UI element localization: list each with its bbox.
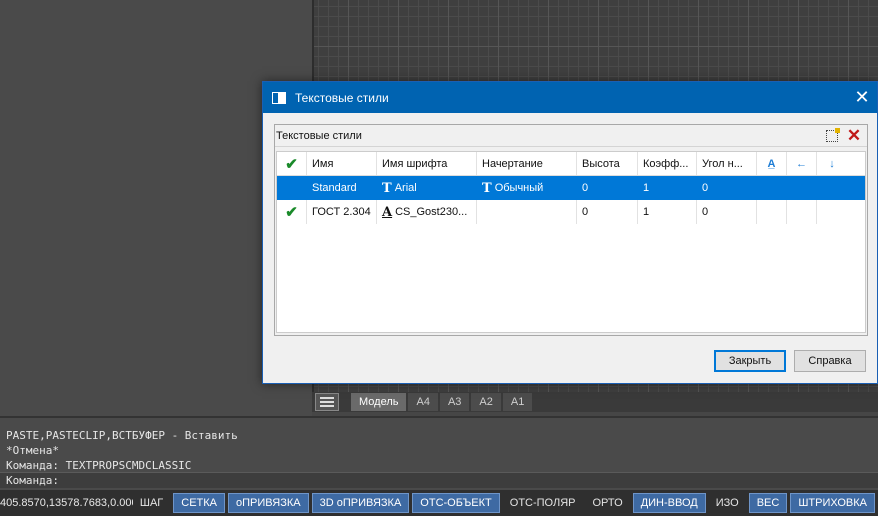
vertical-cell[interactable]: [817, 200, 847, 224]
coordinates-readout: 405.8570,13578.7683,0.0000: [0, 497, 133, 509]
checkmark-icon: ✔: [285, 155, 298, 173]
upside-down-cell[interactable]: [757, 176, 787, 200]
status-3d-osnap[interactable]: 3D оПРИВЯЗКА: [311, 493, 410, 513]
status-bar: 405.8570,13578.7683,0.0000 ШАГ СЕТКА оПР…: [0, 490, 878, 516]
font-name: CS_Gost230...: [395, 206, 468, 218]
column-backwards[interactable]: ←: [787, 152, 817, 175]
layout-tabs-bar: Модель A4 A3 A2 A1: [312, 392, 878, 412]
panel-header: Текстовые стили ✕: [275, 125, 867, 147]
column-font-name[interactable]: Имя шрифта: [377, 152, 477, 175]
upside-down-cell[interactable]: [757, 200, 787, 224]
column-name[interactable]: Имя: [307, 152, 377, 175]
panel-title: Текстовые стили: [276, 129, 362, 142]
dialog-titlebar[interactable]: Текстовые стили ✕: [263, 82, 877, 113]
status-polar[interactable]: ОТС-ПОЛЯР: [503, 493, 583, 513]
delete-style-icon[interactable]: ✕: [846, 127, 862, 144]
font-style: Обычный: [494, 182, 544, 194]
command-history: PASTE,PASTECLIP,ВСТБУФЕР - Вставить *Отм…: [6, 428, 238, 473]
status-osnap[interactable]: оПРИВЯЗКА: [228, 493, 309, 513]
active-cell[interactable]: [277, 176, 307, 200]
tab-a4[interactable]: A4: [408, 393, 438, 411]
column-width-factor[interactable]: Коэфф...: [638, 152, 697, 175]
backwards-cell[interactable]: [787, 200, 817, 224]
status-dyn-input[interactable]: ДИН-ВВОД: [632, 493, 706, 513]
factor-value[interactable]: 1: [638, 200, 697, 224]
help-button[interactable]: Справка: [794, 350, 866, 372]
column-upside-down[interactable]: A̲: [757, 152, 787, 175]
history-line: PASTE,PASTECLIP,ВСТБУФЕР - Вставить: [6, 429, 238, 442]
factor-value[interactable]: 1: [638, 176, 697, 200]
angle-value[interactable]: 0: [697, 176, 757, 200]
backwards-icon: ←: [796, 157, 807, 170]
height-value[interactable]: 0: [577, 176, 638, 200]
angle-value[interactable]: 0: [697, 200, 757, 224]
style-name[interactable]: ГОСТ 2.304: [307, 200, 377, 224]
tab-a2[interactable]: A2: [471, 393, 501, 411]
status-otrack[interactable]: ОТС-ОБЪЕКТ: [412, 493, 500, 513]
truetype-font-icon: T: [382, 180, 392, 196]
vertical-cell[interactable]: [817, 176, 847, 200]
font-style-cell[interactable]: [477, 200, 577, 224]
checkmark-icon: ✔: [285, 204, 298, 221]
text-styles-panel: Текстовые стили ✕ ✔ Имя Имя шрифта Начер…: [274, 124, 868, 336]
column-oblique-angle[interactable]: Угол н...: [697, 152, 757, 175]
status-hatch[interactable]: ШТРИХОВКА: [790, 493, 875, 513]
command-input[interactable]: Команда:: [0, 472, 878, 488]
font-name: Arial: [394, 182, 417, 194]
status-snap[interactable]: ШАГ: [133, 493, 170, 513]
table-row[interactable]: Standard T Arial T Обычный 0 1 0: [277, 176, 865, 200]
tab-model[interactable]: Модель: [351, 393, 407, 411]
font-name-cell[interactable]: T Arial: [377, 176, 477, 200]
column-font-style[interactable]: Начертание: [477, 152, 577, 175]
status-grid[interactable]: СЕТКА: [173, 493, 226, 513]
vertical-icon: ↓: [829, 157, 835, 170]
styles-table: ✔ Имя Имя шрифта Начертание Высота Коэфф…: [276, 151, 866, 333]
upside-down-icon: A̲: [767, 157, 776, 170]
dialog-title: Текстовые стили: [295, 90, 389, 105]
active-cell[interactable]: ✔: [277, 200, 307, 224]
new-style-icon[interactable]: [826, 127, 840, 142]
window-icon: [272, 91, 286, 104]
command-prompt: Команда:: [6, 474, 59, 487]
history-line: Команда: TEXTPROPSCMDCLASSIC: [6, 459, 192, 472]
font-name-cell[interactable]: A CS_Gost230...: [377, 200, 477, 224]
tab-a1[interactable]: A1: [502, 393, 533, 411]
text-styles-dialog: Текстовые стили ✕ Текстовые стили ✕ ✔ Им…: [262, 81, 878, 384]
column-vertical[interactable]: ↓: [817, 152, 847, 175]
status-lineweight[interactable]: ВЕС: [748, 493, 788, 513]
style-name[interactable]: Standard: [307, 176, 377, 200]
table-row[interactable]: ✔ ГОСТ 2.304 A CS_Gost230... 0 1 0: [277, 200, 865, 224]
layout-list-icon[interactable]: [315, 393, 339, 411]
active-column-header[interactable]: ✔: [277, 152, 307, 175]
table-header-row: ✔ Имя Имя шрифта Начертание Высота Коэфф…: [277, 152, 865, 176]
height-value[interactable]: 0: [577, 200, 638, 224]
close-icon[interactable]: ✕: [847, 82, 877, 113]
font-style-cell[interactable]: T Обычный: [477, 176, 577, 200]
column-height[interactable]: Высота: [577, 152, 638, 175]
history-line: *Отмена*: [6, 444, 59, 457]
backwards-cell[interactable]: [787, 176, 817, 200]
truetype-font-icon: T: [482, 180, 492, 196]
tab-a3[interactable]: A3: [439, 393, 470, 411]
status-ortho[interactable]: ОРТО: [586, 493, 630, 513]
close-button[interactable]: Закрыть: [714, 350, 786, 372]
status-iso[interactable]: ИЗО: [709, 493, 746, 513]
shx-font-icon: A: [382, 204, 393, 220]
